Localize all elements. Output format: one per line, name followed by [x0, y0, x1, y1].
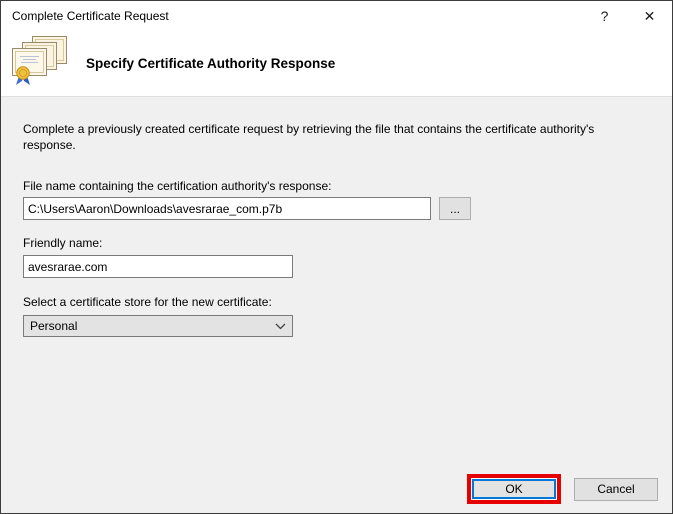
annotation-highlight-box: OK	[467, 474, 561, 504]
close-icon[interactable]: ✕	[627, 1, 672, 31]
friendly-name-input[interactable]	[23, 255, 293, 278]
certificate-store-label: Select a certificate store for the new c…	[23, 295, 650, 309]
description-text: Complete a previously created certificat…	[23, 121, 641, 153]
button-row: OK Cancel	[467, 473, 658, 505]
help-icon[interactable]: ?	[582, 1, 627, 31]
file-name-input[interactable]	[23, 197, 431, 220]
file-name-label: File name containing the certification a…	[23, 179, 650, 193]
chevron-down-icon	[275, 323, 286, 330]
friendly-name-label: Friendly name:	[23, 236, 650, 250]
certificate-store-dropdown[interactable]: Personal	[23, 315, 293, 337]
window-title: Complete Certificate Request	[1, 9, 169, 23]
page-title: Specify Certificate Authority Response	[86, 56, 335, 71]
dialog-header: Specify Certificate Authority Response	[1, 31, 672, 97]
titlebar-controls: ? ✕	[582, 1, 672, 31]
ok-button[interactable]: OK	[472, 479, 556, 499]
dialog-body: Complete a previously created certificat…	[1, 121, 672, 337]
browse-button[interactable]: ...	[439, 197, 471, 220]
titlebar: Complete Certificate Request ? ✕	[1, 1, 672, 31]
cancel-button[interactable]: Cancel	[574, 478, 658, 501]
complete-certificate-request-dialog: Complete Certificate Request ? ✕	[0, 0, 673, 514]
certificate-store-selected-value: Personal	[30, 319, 77, 333]
certificates-stack-icon	[11, 35, 68, 92]
file-name-row: ...	[23, 197, 650, 220]
